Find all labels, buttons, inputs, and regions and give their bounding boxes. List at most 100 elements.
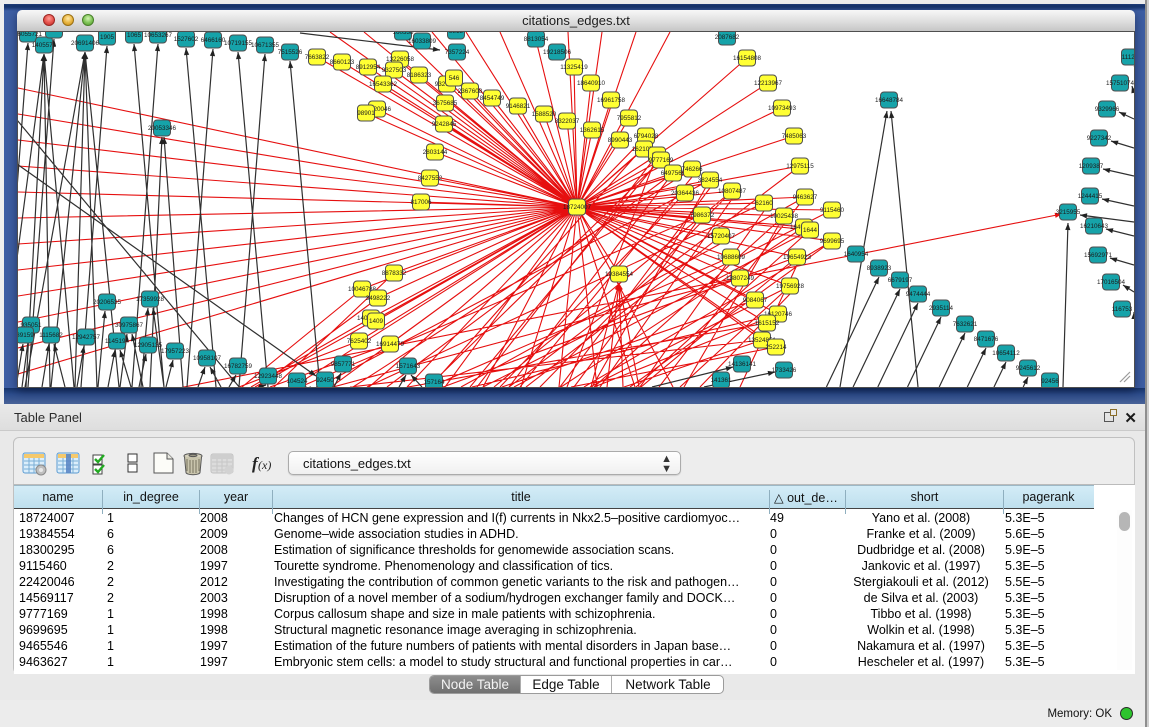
- svg-text:116753: 116753: [1112, 306, 1133, 313]
- svg-text:9699695: 9699695: [820, 238, 845, 245]
- svg-text:1640954: 1640954: [844, 251, 869, 258]
- svg-text:104524: 104524: [286, 378, 308, 385]
- svg-text:16961758: 16961758: [597, 97, 626, 104]
- svg-text:9227342: 9227342: [1087, 135, 1112, 142]
- svg-text:9857771: 9857771: [331, 361, 356, 368]
- svg-text:20206535: 20206535: [93, 299, 122, 306]
- svg-text:157164: 157164: [423, 379, 445, 386]
- svg-text:160338: 160338: [392, 32, 414, 36]
- svg-text:10807487: 10807487: [718, 188, 747, 195]
- svg-text:1115682: 1115682: [39, 332, 63, 339]
- svg-text:1527602: 1527602: [174, 36, 199, 43]
- svg-text:15692971: 15692971: [1084, 252, 1113, 259]
- svg-text:1571643: 1571643: [396, 363, 421, 370]
- svg-text:12923448: 12923448: [254, 373, 283, 380]
- svg-text:6679197: 6679197: [888, 277, 913, 284]
- svg-text:9327503: 9327503: [382, 67, 407, 74]
- svg-text:8938923: 8938923: [867, 265, 892, 272]
- svg-text:20691406: 20691406: [71, 40, 100, 47]
- svg-text:3824554: 3824554: [698, 177, 723, 184]
- svg-text:9474444: 9474444: [906, 291, 931, 298]
- svg-text:18807249: 18807249: [726, 275, 755, 282]
- svg-text:1145194: 1145194: [105, 338, 130, 345]
- svg-text:62160: 62160: [755, 200, 773, 207]
- svg-text:7485063: 7485063: [782, 133, 807, 140]
- svg-text:18640910: 18640910: [577, 80, 606, 87]
- svg-text:20364436: 20364436: [671, 190, 700, 197]
- svg-text:209146: 209146: [43, 32, 65, 34]
- svg-text:19384554: 19384554: [605, 271, 634, 278]
- svg-text:9242845: 9242845: [432, 121, 457, 128]
- svg-text:10973493: 10973493: [768, 105, 797, 112]
- svg-text:9115460: 9115460: [820, 207, 845, 214]
- svg-text:10719155: 10719155: [224, 40, 253, 47]
- svg-text:16210643: 16210643: [1080, 223, 1109, 230]
- svg-text:2803144: 2803144: [423, 149, 448, 156]
- svg-text:(x): (x): [258, 458, 271, 472]
- svg-text:16648784: 16648784: [875, 97, 904, 104]
- svg-text:98901: 98901: [357, 110, 375, 117]
- svg-text:1065: 1065: [127, 32, 142, 39]
- svg-text:2367608: 2367608: [458, 88, 483, 95]
- svg-text:7515526: 7515526: [278, 49, 303, 56]
- svg-text:10958107: 10958107: [193, 355, 222, 362]
- svg-text:19218506: 19218506: [543, 49, 572, 56]
- svg-text:8912954: 8912954: [356, 64, 381, 71]
- svg-text:252214: 252214: [765, 344, 787, 351]
- svg-text:7357224: 7357224: [445, 49, 470, 56]
- svg-text:2935114: 2935114: [929, 305, 954, 312]
- svg-text:6794028: 6794028: [634, 133, 659, 140]
- svg-text:9329966: 9329966: [1095, 106, 1120, 113]
- svg-text:12975115: 12975115: [786, 163, 814, 170]
- svg-text:10025438: 10025438: [770, 213, 799, 220]
- svg-text:9146821: 9146821: [506, 103, 531, 110]
- svg-text:1905: 1905: [100, 34, 115, 41]
- svg-text:19654923: 19654923: [783, 254, 812, 261]
- svg-text:7986372: 7986372: [690, 212, 715, 219]
- svg-text:9084067: 9084067: [743, 297, 768, 304]
- svg-text:20053346: 20053346: [148, 125, 177, 132]
- svg-text:9777169: 9777169: [649, 157, 674, 164]
- svg-text:1405571: 1405571: [32, 42, 57, 49]
- svg-text:92450: 92450: [316, 377, 334, 384]
- svg-text:3498222: 3498222: [366, 295, 391, 302]
- svg-text:12942757: 12942757: [72, 334, 101, 341]
- svg-text:9463627: 9463627: [793, 194, 818, 201]
- svg-text:8990443: 8990443: [608, 137, 633, 144]
- svg-text:10653267: 10653267: [144, 32, 173, 39]
- svg-text:1362615: 1362615: [580, 127, 605, 134]
- svg-text:6466160: 6466160: [201, 37, 226, 44]
- svg-text:8813054: 8813054: [524, 36, 549, 43]
- svg-text:12213967: 12213967: [754, 80, 783, 87]
- svg-text:16543362: 16543362: [369, 81, 398, 88]
- svg-text:1733426: 1733426: [772, 367, 797, 374]
- svg-text:1409: 1409: [369, 318, 384, 325]
- svg-text:1588520: 1588520: [532, 111, 557, 118]
- svg-text:8471676: 8471676: [974, 336, 999, 343]
- svg-text:8660123: 8660123: [330, 59, 355, 66]
- svg-text:16154808: 16154808: [733, 55, 762, 62]
- svg-text:1209387: 1209387: [1079, 163, 1104, 170]
- svg-text:7632621: 7632621: [953, 321, 978, 328]
- svg-text:9245612: 9245612: [1016, 365, 1041, 372]
- svg-text:11122: 11122: [1122, 54, 1134, 61]
- svg-text:7625402: 7625402: [347, 338, 372, 345]
- svg-text:7663822: 7663822: [305, 54, 330, 61]
- svg-text:19756928: 19756928: [776, 283, 805, 290]
- svg-text:30975867: 30975867: [115, 322, 144, 329]
- svg-text:8322037: 8322037: [555, 118, 580, 125]
- svg-text:16914479: 16914479: [376, 341, 405, 348]
- svg-text:3675685: 3675685: [433, 100, 458, 107]
- svg-text:17957223: 17957223: [161, 348, 190, 355]
- svg-text:14136141: 14136141: [728, 361, 757, 368]
- svg-text:1644: 1644: [803, 227, 818, 234]
- svg-text:39159: 39159: [18, 332, 34, 339]
- svg-text:16782759: 16782759: [224, 363, 253, 370]
- svg-text:8427552: 8427552: [418, 175, 443, 182]
- svg-text:8454749: 8454749: [480, 95, 505, 102]
- svg-text:817006: 817006: [410, 199, 432, 206]
- svg-text:12905135: 12905135: [134, 342, 163, 349]
- svg-text:1615152: 1615152: [755, 320, 780, 327]
- svg-text:10654112: 10654112: [992, 350, 1020, 357]
- svg-text:10688609: 10688609: [717, 254, 746, 261]
